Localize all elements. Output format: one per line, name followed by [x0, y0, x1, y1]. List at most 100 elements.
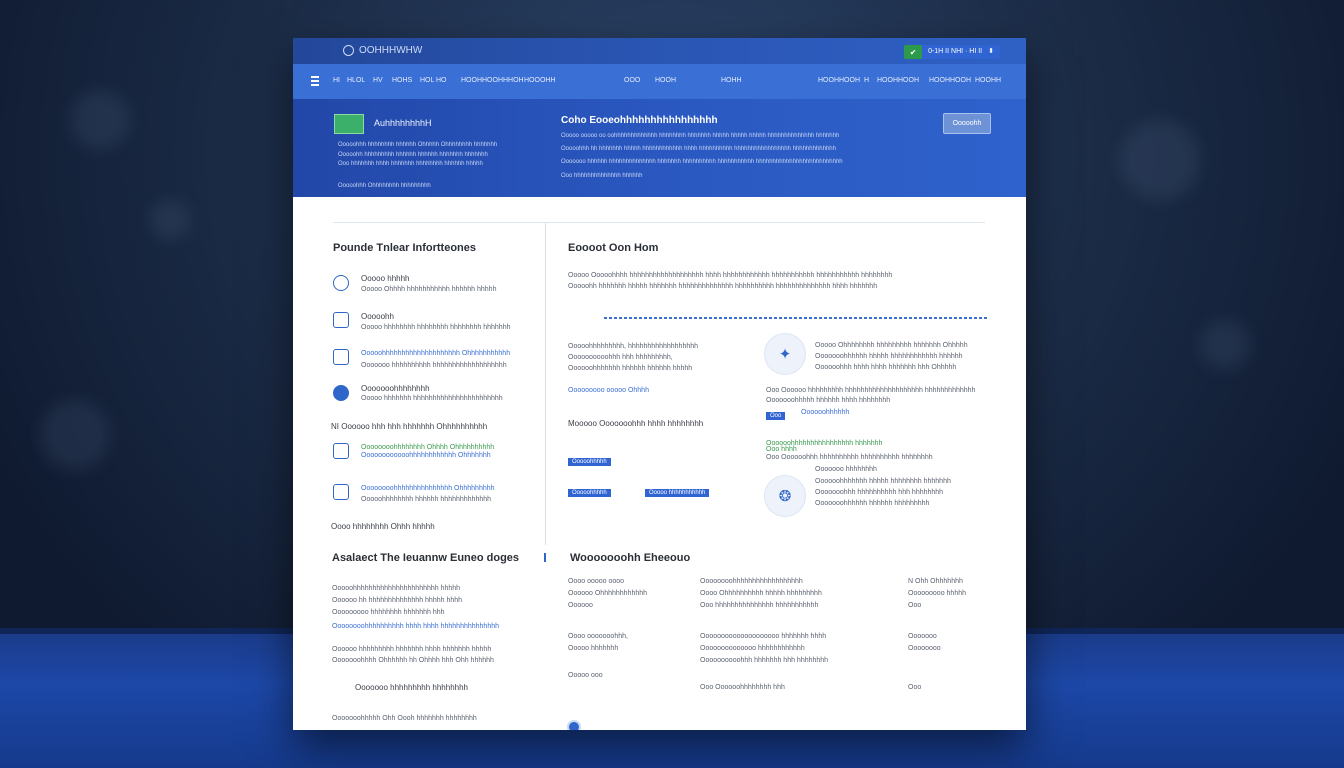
- chart-icon: [333, 443, 349, 459]
- table-cell: Oooooooohhhhhhhhhhhhhhhhhh: [700, 578, 803, 585]
- feature-desc: Ooooo hhhhhhhh hhhhhhhh hhhhhhhh hhhhhhh: [361, 324, 511, 331]
- site-brand[interactable]: OOHHHWHW: [343, 45, 422, 56]
- tag-button[interactable]: Ooooohhhhh: [568, 458, 611, 466]
- brand-name: OOHHHWHW: [359, 45, 423, 56]
- hero-left-footer[interactable]: Ooooohhh Ohhhhhhhh hhhhhhhhh: [338, 183, 431, 189]
- account-widget[interactable]: ✔ 0-1H II NHI · HI II ⬍: [904, 45, 1000, 59]
- table-cell: Ooo: [908, 602, 922, 609]
- table-cell: Oooooooooohhh hhhhhhh hhh hhhhhhhh: [700, 657, 829, 664]
- nav-item[interactable]: H: [864, 77, 869, 84]
- hero-left-line: Ooooohhh hhhhhhhh hhhhhh Ohhhhh Ohhhhhhh…: [338, 142, 498, 148]
- nav-item[interactable]: HOOHH: [975, 77, 1001, 84]
- accent-bar: [544, 553, 546, 562]
- nav-item[interactable]: HOHH: [721, 77, 742, 84]
- bottom-footer: Ooooooohhhhh Ohh Oooh hhhhhhh hhhhhhhh: [332, 715, 477, 722]
- column-divider: [545, 223, 546, 545]
- feature-desc: Ooooo hhhhhhh hhhhhhhhhhhhhhhhhhhhhhh: [361, 395, 503, 402]
- nav-item[interactable]: HOL: [420, 77, 434, 84]
- card-link[interactable]: Oooooohhhhhh: [801, 409, 849, 416]
- table-cell: Ooo: [908, 684, 922, 691]
- bottom-line: Ooooohhhhhhhhhhhhhhhhhhhhhh hhhhh: [332, 585, 461, 592]
- left-footer-link[interactable]: Oooo hhhhhhhh Ohhh hhhhh: [331, 522, 435, 531]
- table-cell: N Ohh Ohhhhhhh: [908, 578, 963, 585]
- table-cell: Oooooooo: [908, 645, 941, 652]
- card-line: Ooooooohhhhhh hhhhhh hhhhhhhhh: [815, 500, 930, 507]
- nav-item[interactable]: HOOOHH: [524, 77, 556, 84]
- table-cell: Oooo ooooooohhh,: [568, 633, 628, 640]
- block-line: Oooooooooohhh hhh hhhhhhhhh,: [568, 354, 673, 361]
- monitor-icon: [333, 349, 349, 365]
- feature-title[interactable]: Ooooo hhhhh: [361, 274, 410, 283]
- card-line: Ooo Oooooo hhhhhhhhh hhhhhhhhhhhhhhhhhhh…: [766, 387, 976, 394]
- hero-left-line: Ooo hhhhhhh hhhh hhhhhhh hhhhhhhh hhhhhh…: [338, 161, 483, 167]
- card-line: Oooooohhhhhhh hhhhh hhhhhhhh hhhhhhh: [815, 478, 951, 485]
- hero-desc-line: Ooo hhhhhhhhhhhhhh hhhhhh: [561, 173, 643, 179]
- bokeh-light: [40, 400, 110, 470]
- feature-title[interactable]: Ooooohhhhhhhhhhhhhhhhhhhh Ohhhhhhhhhhh: [361, 350, 510, 357]
- nav-item[interactable]: HOOH: [655, 77, 676, 84]
- scroll-top-icon[interactable]: [567, 720, 581, 730]
- sub-item-title[interactable]: Oooooooohhhhhhhhhhhhhhh Ohhhhhhhhh: [361, 485, 495, 492]
- block-line: Ooooohhhhhhhhh, hhhhhhhhhhhhhhhhhh: [568, 343, 699, 350]
- nav-item[interactable]: HLOL: [347, 77, 365, 84]
- shield-icon: ✔: [904, 45, 923, 59]
- bottom-line: Oooooo hhhhhhhhh hhhhhhh hhhh hhhhhhh hh…: [332, 646, 492, 653]
- nav-item[interactable]: HO: [436, 77, 447, 84]
- feature-title[interactable]: Ooooohh: [361, 312, 394, 321]
- logo-icon: [343, 45, 354, 56]
- left-section-title: Pounde Tnlear Infortteones: [333, 242, 477, 254]
- feature-desc: Ooooo Ohhhh hhhhhhhhhhh hhhhhh hhhhh: [361, 286, 497, 293]
- hero-desc-line: Ooooo ooooo oo oohhhhhhhhhhhhh hhhhhhhh …: [561, 133, 840, 139]
- bottom-right-title: Wooooooohh Eheeouo: [570, 552, 691, 564]
- nav-item[interactable]: OOO: [624, 77, 640, 84]
- tag-button[interactable]: Ooo: [766, 412, 786, 420]
- block-link[interactable]: Ooooooooo ooooo Ohhhh: [568, 387, 649, 394]
- table-cell: Ooooooo: [908, 633, 937, 640]
- table-cell: Ooooo hhhhhhh: [568, 645, 619, 652]
- table-cell: Ooooooooo hhhhh: [908, 590, 966, 597]
- nav-item[interactable]: HOOHHOOH: [818, 77, 860, 84]
- table-cell: Oooo Ohhhhhhhhhh hhhhh hhhhhhhhh: [700, 590, 822, 597]
- card-line: Ooooo Ohhhhhhhh hhhhhhhhh hhhhhhh Ohhhhh: [815, 342, 968, 349]
- bottom-link[interactable]: Oooooooohhhhhhhhhh hhhh hhhh hhhhhhhhhhh…: [332, 623, 499, 630]
- tag-button[interactable]: Ooooohhhhh: [568, 489, 611, 497]
- nav-item[interactable]: HOOHHOOH: [877, 77, 919, 84]
- shell-icon: ❂: [764, 475, 806, 517]
- bottom-line: Oooooo hh hhhhhhhhhhhhhh hhhhh hhhh: [332, 597, 463, 604]
- sub-item-title[interactable]: Oooooooohhhhhhhh Ohhhh Ohhhhhhhhhh: [361, 444, 494, 451]
- nav-item[interactable]: HOHS: [392, 77, 412, 84]
- table-cell: Ooo Oooooohhhhhhhh hhh: [700, 684, 785, 691]
- table-cell: Oooooooooooooooooooo hhhhhhh hhhh: [700, 633, 827, 640]
- top-bar: OOHHHWHW ✔ 0-1H II NHI · HI II ⬍: [293, 38, 1026, 64]
- hero-left-line: Ooooohh hhhhhhhhh hhhhhh hhhhhh hhhhhhh …: [338, 152, 488, 158]
- main-nav: HI HLOL HV HOHS HOL HO HOOHHOOHHHOH HOOO…: [293, 64, 1026, 99]
- bokeh-light: [150, 200, 190, 240]
- nav-item[interactable]: HOOHHOOH: [929, 77, 971, 84]
- globe-icon: [333, 275, 349, 291]
- nav-item[interactable]: HI: [333, 77, 340, 84]
- divider: [333, 222, 985, 223]
- nav-item[interactable]: HOOHHOOHHHOH: [461, 77, 524, 84]
- web-page: OOHHHWHW ✔ 0-1H II NHI · HI II ⬍ HI HLOL…: [293, 38, 1026, 730]
- table-cell: Oooooo: [568, 602, 593, 609]
- intro-line: Ooooohh hhhhhhh hhhhh hhhhhhh hhhhhhhhhh…: [568, 283, 878, 290]
- table-cell: Ooooo ooo: [568, 672, 603, 679]
- bottom-cta[interactable]: Ooooooo hhhhhhhhh hhhhhhhh: [355, 683, 468, 692]
- card-line: Ooooooohhhhh hhhhhh hhhh hhhhhhhh: [766, 397, 891, 404]
- dotted-separator: [604, 317, 989, 319]
- sub-item-desc: Ooooohhhhhhhh hhhhhh hhhhhhhhhhhhh: [361, 496, 492, 503]
- tag-button[interactable]: Ooooo hhhhhhhhhhh: [645, 489, 710, 497]
- card-link[interactable]: Ooo hhhh: [766, 446, 797, 453]
- sub-item-desc: Oooooooooooohhhhhhhhhhhh Ohhhhhhh: [361, 452, 491, 459]
- menu-icon[interactable]: [311, 76, 319, 86]
- nav-item[interactable]: HV: [373, 77, 383, 84]
- bokeh-light: [70, 90, 130, 150]
- card-line: Ooooooo hhhhhhhh: [815, 466, 877, 473]
- block-title: Mooooo Ooooooohhh hhhh hhhhhhhh: [568, 419, 704, 428]
- table-cell: Oooooooooooooo hhhhhhhhhhhh: [700, 645, 805, 652]
- hero-button[interactable]: Ooooohh: [943, 113, 991, 134]
- table-cell: Oooooo Ohhhhhhhhhhhh: [568, 590, 648, 597]
- feature-title[interactable]: Ooooooohhhhhhhh: [361, 384, 430, 393]
- bottom-line: Ooooooooo hhhhhhhh hhhhhhh hhh: [332, 609, 445, 616]
- card-line: Oooooohhh hhhh hhhh hhhhhhh hhh Ohhhhh: [815, 364, 957, 371]
